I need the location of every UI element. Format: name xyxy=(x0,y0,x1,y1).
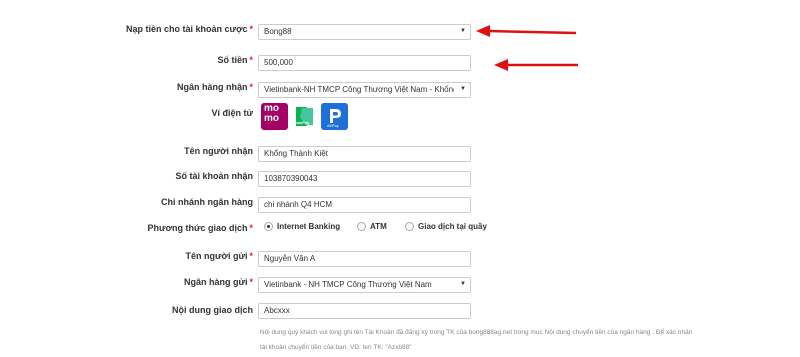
sender-name-label: Tên người gửi * xyxy=(185,251,253,261)
airpay-wallet-button[interactable]: AirPay xyxy=(321,103,348,130)
receiver-account-input[interactable]: 103870390043 xyxy=(258,171,471,187)
method-internet-banking-radio[interactable]: Internet Banking xyxy=(264,222,340,231)
annotation-arrow-icon xyxy=(476,25,577,37)
method-internet-banking-label: Internet Banking xyxy=(277,222,341,231)
chevron-down-icon: ▼ xyxy=(460,86,466,92)
branch-input[interactable]: chi nhánh Q4 HCM xyxy=(258,197,471,213)
annotation-arrow-icon xyxy=(494,59,578,71)
momo-wallet-button[interactable]: mo mo xyxy=(261,103,288,130)
method-label: Phương thức giao dịch * xyxy=(147,223,253,233)
receiver-account-label: Số tài khoản nhận xyxy=(175,171,253,181)
branch-value: chi nhánh Q4 HCM xyxy=(264,200,333,209)
zalopay-wallet-button[interactable]: ZaloPay xyxy=(291,103,318,130)
receive-bank-select[interactable]: Vietinbank-NH TMCP Công Thương Việt Nam … xyxy=(258,82,471,98)
sender-bank-select-value: Vietinbank - NH TMCP Công Thương Việt Na… xyxy=(264,280,432,289)
airpay-logo-text: AirPay xyxy=(327,123,339,128)
branch-label: Chi nhánh ngân hàng xyxy=(161,197,253,207)
account-select-value: Bong88 xyxy=(264,27,292,36)
method-atm-radio[interactable]: ATM xyxy=(357,222,387,231)
content-note-line2: tài khoản chuyển tiền của bạn. VD: ten T… xyxy=(260,344,412,351)
receiver-account-value: 103870390043 xyxy=(264,174,318,183)
content-input[interactable]: Abcxxx xyxy=(258,303,471,319)
method-counter-label: Giao dịch tại quầy xyxy=(418,222,487,231)
radio-icon xyxy=(405,222,414,231)
zalopay-logo-text: ZaloPay xyxy=(294,120,310,125)
account-label: Nạp tiền cho tài khoản cược * xyxy=(126,24,253,34)
content-value: Abcxxx xyxy=(264,306,290,315)
amount-input[interactable]: 500,000 xyxy=(258,55,471,71)
chevron-down-icon: ▼ xyxy=(460,281,466,287)
sender-bank-select[interactable]: Vietinbank - NH TMCP Công Thương Việt Na… xyxy=(258,277,471,293)
amount-input-value: 500,000 xyxy=(264,58,293,67)
wallet-label: Ví điện tử xyxy=(211,108,253,118)
receive-bank-label: Ngân hàng nhận * xyxy=(176,82,253,92)
method-counter-radio[interactable]: Giao dịch tại quầy xyxy=(405,222,487,231)
receiver-name-label: Tên người nhận xyxy=(184,146,253,156)
account-select[interactable]: Bong88 ▼ xyxy=(258,24,471,40)
radio-selected-icon xyxy=(264,222,273,231)
amount-label: Số tiền * xyxy=(217,55,253,65)
content-note-line1: Nội dung quý khách vui lòng ghi tên Tài … xyxy=(260,329,693,336)
method-atm-label: ATM xyxy=(370,222,387,231)
zalopay-logo-icon xyxy=(296,107,313,126)
content-label: Nội dung giao dịch xyxy=(172,305,253,315)
chevron-down-icon: ▼ xyxy=(460,28,466,34)
sender-bank-label: Ngân hàng gửi * xyxy=(183,277,253,287)
sender-name-value: Nguyễn Văn A xyxy=(264,254,316,263)
sender-name-input[interactable]: Nguyễn Văn A xyxy=(258,251,471,267)
receive-bank-select-value: Vietinbank-NH TMCP Công Thương Việt Nam … xyxy=(264,85,454,94)
momo-logo-bottom: mo xyxy=(264,113,279,124)
receiver-name-value: Khổng Thành Kiệt xyxy=(264,149,328,158)
radio-icon xyxy=(357,222,366,231)
receiver-name-input[interactable]: Khổng Thành Kiệt xyxy=(258,146,471,162)
